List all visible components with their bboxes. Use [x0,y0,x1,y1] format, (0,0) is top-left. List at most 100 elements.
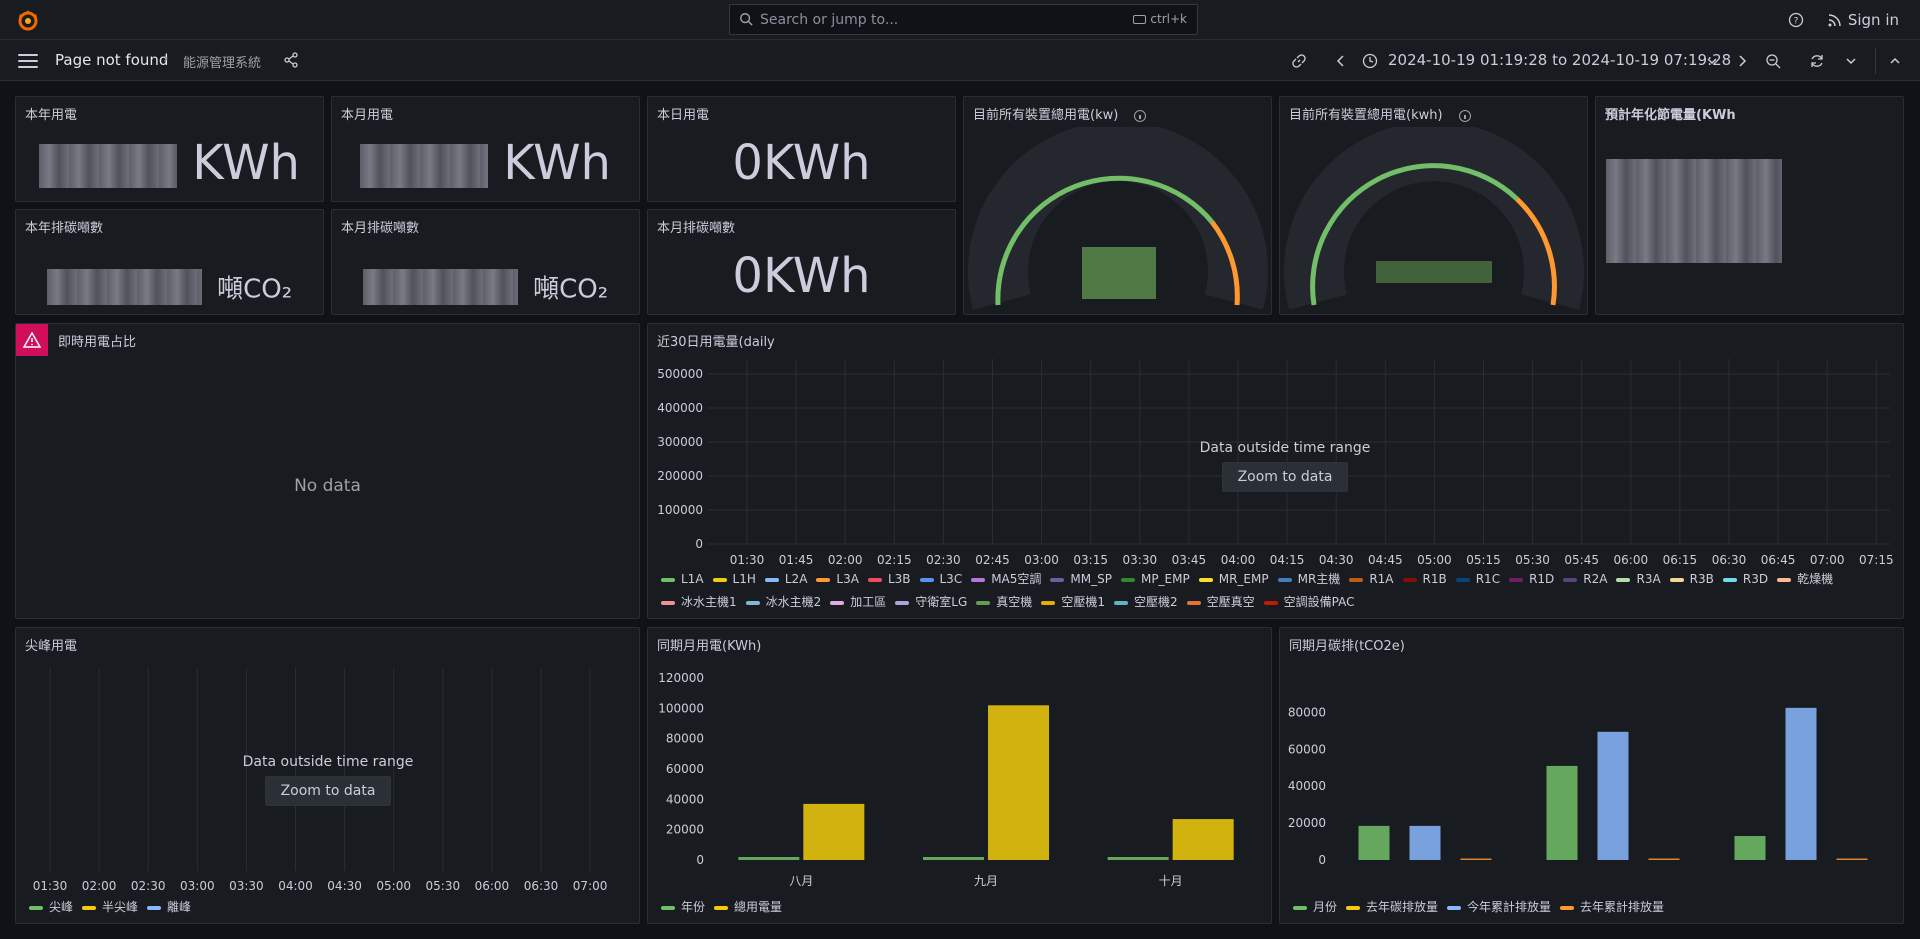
collapse-icon[interactable] [1887,53,1903,69]
legend-item[interactable]: MM_SP [1050,572,1112,586]
rss-icon[interactable] [1827,12,1843,28]
zoom-out-icon[interactable] [1765,53,1781,69]
legend-item[interactable]: 真空機 [976,593,1032,610]
sign-in-link[interactable]: Sign in [1848,11,1899,29]
info-icon[interactable] [1134,109,1147,122]
legend-item[interactable]: 冰水主機2 [745,593,821,610]
time-range-picker[interactable]: 2024-10-19 01:19:28 to 2024-10-19 07:19:… [1388,51,1731,69]
y-tick-label: 40000 [666,792,704,806]
refresh-icon[interactable] [1809,53,1825,69]
y-tick-label: 300000 [657,435,703,449]
chevron-down-icon[interactable] [1704,53,1720,69]
stat-panel-day-usage[interactable]: 本日用電 0KWh [647,96,956,202]
legend-item[interactable]: R1D [1509,572,1554,586]
x-tick-label: 02:45 [975,553,1010,567]
x-tick-label: 02:15 [877,553,912,567]
zoom-to-data-button[interactable]: Zoom to data [264,776,392,806]
redacted-value [360,144,489,188]
legend-item[interactable]: 總用電量 [714,898,782,915]
panel-title: 預計年化節電量(KWh [1605,108,1736,123]
x-tick-label: 04:00 [1221,553,1256,567]
share-icon[interactable] [283,52,299,68]
gauge-panel-kwh[interactable]: 目前所有裝置總用電(kwh) [1279,96,1588,315]
legend-item[interactable]: R1B [1402,572,1447,586]
panel-daily-usage[interactable]: 近30日用電量(daily 500000 400000 300000 200000 10… [647,323,1904,619]
legend-item[interactable]: R1C [1455,572,1500,586]
legend-item[interactable]: 空調設備PAC [1263,593,1354,610]
x-tick-label: 06:30 [1712,553,1747,567]
time-back-icon[interactable] [1333,53,1349,69]
legend-item[interactable]: MR_EMP [1198,572,1269,586]
grafana-logo-icon[interactable] [16,8,40,32]
stat-panel-annual-saving[interactable]: 預計年化節電量(KWh [1595,96,1904,315]
legend-item[interactable]: L3A [816,572,859,586]
y-tick-label: 60000 [1288,742,1326,756]
panel-title: 本月排碳噸數 [341,221,420,236]
legend-item[interactable]: 守衛室LG [895,593,967,610]
breadcrumb-title[interactable]: Page not found [55,51,168,69]
legend-item[interactable]: L3C [919,572,962,586]
link-icon[interactable] [1291,53,1307,69]
stat-panel-month-carbon[interactable]: 本月排碳噸數 噸CO₂ [331,209,640,315]
info-icon[interactable] [1458,109,1471,122]
legend-item[interactable]: MP_EMP [1120,572,1190,586]
gauge-panel-kw[interactable]: 目前所有裝置總用電(kw) [963,96,1272,315]
legend-item[interactable]: 月份 [1293,898,1337,915]
legend-item[interactable]: R3B [1669,572,1714,586]
stat-panel-year-carbon[interactable]: 本年排碳噸數 噸CO₂ [15,209,324,315]
keyboard-icon [1133,15,1147,24]
time-forward-icon[interactable] [1734,53,1750,69]
bar [1409,825,1441,860]
legend-item[interactable]: L1A [661,572,704,586]
search-input[interactable]: Search or jump to... ctrl+k [729,4,1198,35]
legend-item[interactable]: MR主機 [1277,570,1340,587]
legend-item[interactable]: R3A [1616,572,1661,586]
top-bar: Search or jump to... ctrl+k ? Sign in [0,0,1920,40]
bar [738,857,800,860]
refresh-interval-chevron-icon[interactable] [1843,53,1859,69]
legend-item[interactable]: 加工區 [830,593,886,610]
legend-item[interactable]: R1A [1349,572,1394,586]
panel-monthly-carbon[interactable]: 同期月碳排(tCO2e) 0 20000 40000 60000 80000 月份 去年碳… [1279,627,1904,924]
legend-item[interactable]: L2A [764,572,807,586]
x-tick-label: 06:45 [1761,553,1796,567]
x-tick-label: 05:15 [1466,553,1501,567]
legend-item[interactable]: 尖峰 [29,898,73,915]
y-tick-label: 40000 [1288,779,1326,793]
monthly-usage-bar-chart: 0 20000 40000 60000 80000 100000 120000 八月 九月 十月 [658,671,1234,888]
menu-toggle-icon[interactable] [18,54,38,68]
panel-monthly-usage[interactable]: 同期月用電(KWh) 0 20000 40000 60000 80000 100000 12… [647,627,1272,924]
stat-panel-month-carbon-2[interactable]: 本月排碳噸數 0KWh [647,209,956,315]
stat-panel-year-usage[interactable]: 本年用電 KWh [15,96,324,202]
legend-item[interactable]: 空壓真空 [1186,593,1255,610]
legend-item[interactable]: L1H [712,572,756,586]
legend-item[interactable]: L3B [867,572,911,586]
panel-peak-usage[interactable]: 尖峰用電 01:30 02:00 02:30 03:00 03:30 04:00 04:30… [15,627,640,924]
legend-item[interactable]: MA5空調 [971,570,1041,587]
legend-item[interactable]: 空壓機1 [1041,593,1105,610]
warning-badge[interactable] [16,324,48,356]
legend-item[interactable]: 半尖峰 [82,898,138,915]
legend-item[interactable]: R2A [1563,572,1607,586]
breadcrumb-dashboard[interactable]: 能源管理系統 [183,52,261,71]
legend-item[interactable]: 離峰 [147,898,191,915]
out-of-range-notice: Data outside time range Zoom to data [1178,440,1392,492]
y-tick-label: 60000 [666,762,704,776]
legend-item[interactable]: 去年碳排放量 [1346,898,1438,915]
legend-item[interactable]: 空壓機2 [1113,593,1178,610]
bar [1597,731,1629,860]
legend-item[interactable]: 冰水主機1 [661,593,737,610]
legend-item[interactable]: R3D [1722,572,1768,586]
zoom-to-data-button[interactable]: Zoom to data [1221,462,1349,492]
x-tick-label: 05:30 [1515,553,1550,567]
stat-panel-month-usage[interactable]: 本月用電 KWh [331,96,640,202]
clock-icon [1362,53,1378,69]
help-icon[interactable]: ? [1788,12,1804,28]
legend-item[interactable]: 去年累計排放量 [1560,898,1664,915]
x-tick-label: 06:00 [1614,553,1649,567]
legend-item[interactable]: 年份 [661,898,705,915]
x-tick-label: 04:00 [278,879,313,893]
legend-item[interactable]: 今年累計排放量 [1447,898,1551,915]
legend-item[interactable]: 乾燥機 [1777,570,1833,587]
panel-realtime-ratio[interactable]: 即時用電占比 No data [15,323,640,619]
